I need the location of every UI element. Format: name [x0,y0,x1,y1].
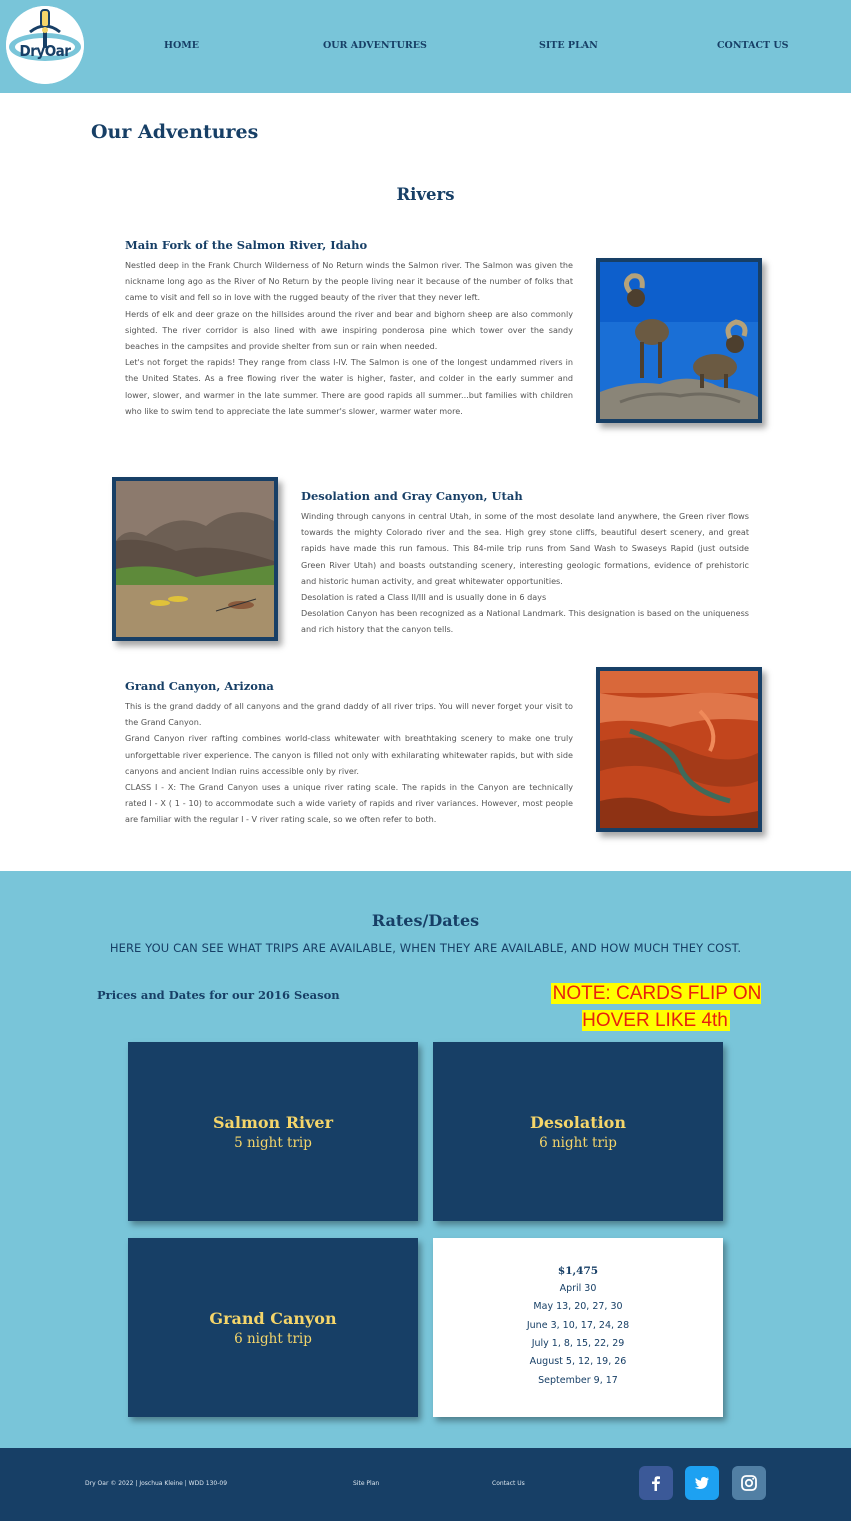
card-date: May 13, 20, 27, 30 [533,1301,623,1313]
river-paragraph: Herds of elk and deer graze on the hills… [125,308,573,352]
nav-contact-us[interactable]: CONTACT US [717,40,789,51]
nav-site-plan[interactable]: SITE PLAN [539,40,598,51]
card-nights: 6 night trip [234,1330,312,1347]
river-paragraph: Desolation is rated a Class II/III and i… [301,592,547,603]
card-name: Grand Canyon [209,1308,337,1328]
river-paragraph: Let's not forget the rapids! They range … [125,357,573,416]
hover-note-text: NOTE: CARDS FLIP ON HOVER LIKE 4th [550,983,762,1031]
river-heading: Main Fork of the Salmon River, Idaho [125,238,368,252]
river-heading: Grand Canyon, Arizona [125,679,274,693]
card-date: July 1, 8, 15, 22, 29 [531,1338,625,1349]
card-grand-canyon[interactable]: Grand Canyon 6 night trip [128,1238,418,1417]
hover-note: NOTE: CARDS FLIP ON HOVER LIKE 4th [515,980,797,1034]
rates-title: Rates/Dates [371,911,480,930]
river-paragraph: This is the grand daddy of all canyons a… [125,701,573,728]
facebook-icon[interactable] [639,1466,673,1500]
river-paragraph: Nestled deep in the Frank Church Wildern… [125,260,573,303]
card-date: June 3, 10, 17, 24, 28 [526,1319,630,1331]
twitter-icon[interactable] [685,1466,719,1500]
card-name: Desolation [530,1112,626,1132]
rafting-canyon-photo [112,477,278,641]
river-paragraph: CLASS I - X: The Grand Canyon uses a uni… [125,782,573,825]
footer-site-plan-link[interactable]: Site Plan [353,1480,379,1487]
bighorn-sheep-photo [596,258,762,423]
rates-subtitle: HERE YOU CAN SEE WHAT TRIPS ARE AVAILABL… [109,941,742,955]
page-title: Our Adventures [91,121,259,143]
grand-canyon-photo [596,667,762,832]
card-flipped-rates[interactable]: $1,475 April 30 May 13, 20, 27, 30 June … [433,1238,723,1417]
river-paragraph: Grand Canyon river rafting combines worl… [125,733,573,776]
footer-copyright: Dry Oar © 2022 | Joschua Kleine | WDD 13… [85,1480,228,1487]
card-nights: 6 night trip [539,1134,617,1151]
card-name: Salmon River [212,1112,334,1132]
river-paragraph: Winding through canyons in central Utah,… [301,511,749,586]
logo-text: DryOar [19,42,71,60]
season-heading: Prices and Dates for our 2016 Season [97,988,340,1002]
nav-home[interactable]: HOME [164,40,199,51]
rates-section: Rates/Dates HERE YOU CAN SEE WHAT TRIPS … [0,871,851,1448]
rivers-title: Rivers [396,185,455,204]
card-nights: 5 night trip [234,1134,312,1151]
card-desolation[interactable]: Desolation 6 night trip [433,1042,723,1221]
river-desolation: Desolation and Gray Canyon, Utah Winding… [301,489,749,638]
nav-our-adventures[interactable]: OUR ADVENTURES [323,40,427,51]
river-heading: Desolation and Gray Canyon, Utah [301,489,523,503]
card-salmon-river[interactable]: Salmon River 5 night trip [128,1042,418,1221]
instagram-icon[interactable] [732,1466,766,1500]
river-salmon: Main Fork of the Salmon River, Idaho Nes… [125,238,573,419]
site-footer: Dry Oar © 2022 | Joschua Kleine | WDD 13… [0,1448,851,1521]
card-date: August 5, 12, 19, 26 [529,1356,627,1368]
card-price: $1,475 [557,1264,599,1277]
site-header: DryOar HOME OUR ADVENTURES SITE PLAN CON… [0,0,851,93]
river-grand-canyon: Grand Canyon, Arizona This is the grand … [125,679,573,828]
dry-oar-logo[interactable]: DryOar [6,6,84,84]
card-date: April 30 [559,1282,597,1294]
footer-contact-link[interactable]: Contact Us [492,1480,525,1487]
river-paragraph: Desolation Canyon has been recognized as… [301,608,749,635]
card-date: September 9, 17 [538,1374,618,1386]
